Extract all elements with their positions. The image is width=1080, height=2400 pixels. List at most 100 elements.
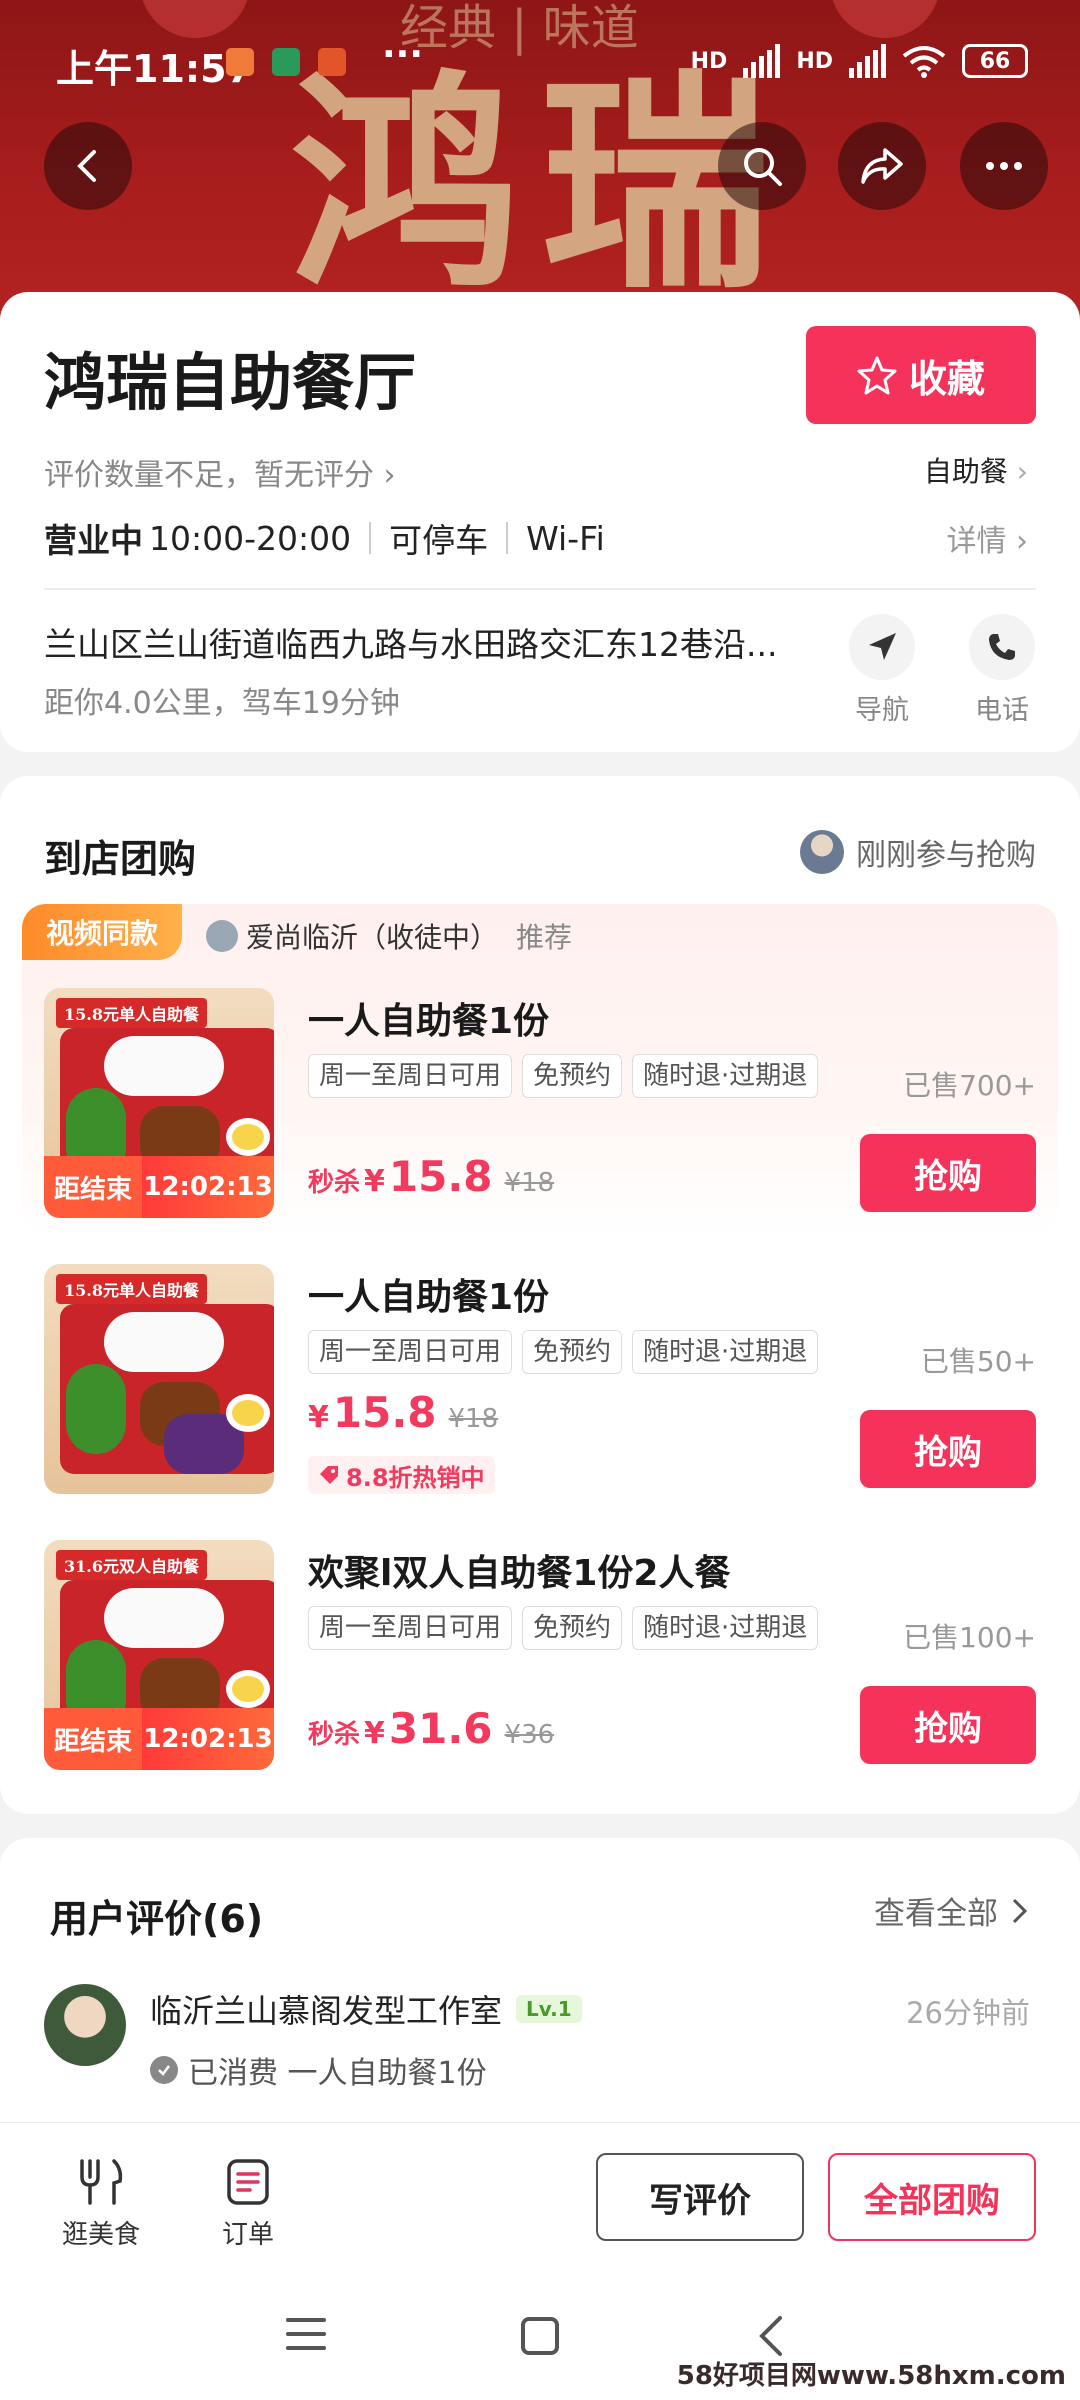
open-status: 营业中 <box>44 521 143 560</box>
back-nav-icon[interactable] <box>756 2314 786 2358</box>
deal-tag: 周一至周日可用 <box>308 1330 513 1374</box>
countdown-timer: 距结束 12:02:13 <box>44 1156 274 1218</box>
deal-tags: 周一至周日可用 免预约 随时退·过期退 <box>308 1606 819 1650</box>
view-all-label: 查看全部 <box>874 1896 998 1932</box>
reviewer-name[interactable]: 临沂兰山慕阁发型工作室 <box>150 1986 502 2032</box>
divider <box>369 522 372 554</box>
rating-link[interactable]: 评价数量不足，暂无评分 › <box>44 450 396 494</box>
star-icon <box>857 356 897 395</box>
deal-price: ¥ 15.8 ¥18 <box>308 1388 498 1437</box>
deal-tag: 随时退·过期退 <box>632 1330 819 1374</box>
more-notifications-icon: ··· <box>382 34 424 75</box>
sold-count: 已售50+ <box>920 1345 1036 1378</box>
deal-price: 秒杀 ¥ 15.8 ¥18 <box>308 1152 554 1201</box>
status-time: 上午11:57 <box>56 47 253 91</box>
nav-orders[interactable]: 订单 <box>222 2157 274 2251</box>
recommend-label: 推荐 <box>516 921 573 954</box>
shop-info-card: 鸿瑞自助餐厅 收藏 评价数量不足，暂无评分 › 自助餐 › 营业中 10:00-… <box>0 292 1080 752</box>
discount-badge: 8.8折热销中 <box>308 1456 495 1494</box>
deal-tags: 周一至周日可用 免预约 随时退·过期退 <box>308 1054 819 1098</box>
deal-tag: 周一至周日可用 <box>308 1606 513 1650</box>
buy-button[interactable]: 抢购 <box>860 1134 1036 1212</box>
hours-row: 营业中 10:00-20:00 可停车 Wi-Fi <box>44 514 605 562</box>
countdown-value: 12:02:13 <box>142 1708 274 1770</box>
thumb-label: 15.8元单人自助餐 <box>56 998 207 1028</box>
search-icon <box>744 148 782 186</box>
navigate-label: 导航 <box>855 695 909 726</box>
discount-text: 8.8折热销中 <box>346 1463 485 1492</box>
review-time: 26分钟前 <box>906 1996 1030 2030</box>
phone-label: 电话 <box>975 695 1029 726</box>
home-icon[interactable] <box>520 2316 560 2356</box>
nav-browse-food[interactable]: 逛美食 <box>62 2157 140 2251</box>
bottom-action-bar: 逛美食 订单 写评价 全部团购 <box>0 2122 1080 2272</box>
countdown-label: 距结束 <box>44 1156 143 1218</box>
category-link[interactable]: 自助餐 › <box>924 450 1028 490</box>
group-deals-card: 到店团购 刚刚参与抢购 视频同款 爱尚临沂（收徒中） 推荐 15.8元单人自助餐… <box>0 776 1080 1814</box>
deal-tags: 周一至周日可用 免预约 随时退·过期退 <box>308 1330 819 1374</box>
recommender[interactable]: 爱尚临沂（收徒中） 推荐 <box>206 916 572 956</box>
chevron-right-icon: › <box>383 458 396 493</box>
recent-buyers-label: 刚刚参与抢购 <box>856 838 1036 873</box>
deal-tag: 免预约 <box>522 1330 623 1374</box>
navigation-icon <box>849 614 915 680</box>
deal-tag: 周一至周日可用 <box>308 1054 513 1098</box>
collect-button[interactable]: 收藏 <box>806 326 1036 424</box>
shopping-app-icon <box>226 48 254 76</box>
wifi-tag: Wi-Fi <box>526 518 605 558</box>
parking-tag: 可停车 <box>389 521 489 560</box>
phone-icon <box>969 614 1035 680</box>
reviewer-avatar[interactable] <box>44 1984 126 2066</box>
recommender-avatar <box>206 920 238 952</box>
back-button[interactable] <box>44 122 132 210</box>
buy-button[interactable]: 抢购 <box>860 1410 1036 1488</box>
deal-tag: 随时退·过期退 <box>632 1606 819 1650</box>
chevron-left-icon <box>77 150 96 182</box>
reviewer-info: 临沂兰山慕阁发型工作室 Lv.1 <box>150 1986 582 2032</box>
detail-link[interactable]: 详情 › <box>946 516 1028 560</box>
share-button[interactable] <box>838 122 926 210</box>
video-same-tag: 视频同款 <box>22 904 183 960</box>
nav-food-label: 逛美食 <box>62 2220 141 2250</box>
watermark: 58好项目网www.58hxm.com <box>676 2361 1066 2391</box>
deal-item[interactable]: 31.6元双人自助餐 距结束 12:02:13 欢聚l双人自助餐1份2人餐 周一… <box>44 1540 1036 1772</box>
collect-label: 收藏 <box>908 356 985 401</box>
menu-icon[interactable] <box>286 2316 326 2352</box>
shop-address[interactable]: 兰山区兰山街道临西九路与水田路交汇东12巷沿... <box>44 618 804 666</box>
level-badge: Lv.1 <box>516 1995 582 2023</box>
original-price: ¥18 <box>448 1404 499 1434</box>
deal-thumbnail: 15.8元单人自助餐 距结束 12:02:13 <box>44 988 274 1218</box>
hd-label: HD <box>690 48 728 74</box>
download-app-icon <box>272 48 300 76</box>
share-icon <box>861 148 903 184</box>
chevron-right-icon <box>1012 1898 1028 1923</box>
deals-title: 到店团购 <box>44 837 197 881</box>
signal-icon-2 <box>849 44 886 78</box>
wifi-icon <box>902 46 946 78</box>
signal-icon <box>743 44 781 78</box>
deal-item[interactable]: 15.8元单人自助餐 距结束 12:02:13 一人自助餐1份 周一至周日可用 … <box>44 988 1036 1220</box>
more-button[interactable] <box>960 122 1048 210</box>
search-button[interactable] <box>718 122 806 210</box>
flash-sale-label: 秒杀 <box>308 1168 361 1198</box>
status-indicators: HD HD 66 <box>691 44 1028 78</box>
buy-button[interactable]: 抢购 <box>860 1686 1036 1764</box>
shop-name: 鸿瑞自助餐厅 <box>44 346 417 419</box>
deal-item[interactable]: 15.8元单人自助餐 一人自助餐1份 周一至周日可用 免预约 随时退·过期退 已… <box>44 1264 1036 1496</box>
all-deals-button[interactable]: 全部团购 <box>828 2153 1036 2241</box>
thumb-label: 31.6元双人自助餐 <box>56 1550 207 1580</box>
phone-button[interactable]: 电话 <box>962 614 1042 727</box>
navigate-button[interactable]: 导航 <box>842 614 922 727</box>
original-price: ¥18 <box>504 1168 555 1198</box>
battery-icon: 66 <box>962 44 1028 78</box>
fork-knife-icon <box>80 2159 123 2205</box>
shop-distance: 距你4.0公里，驾车19分钟 <box>44 686 400 721</box>
view-all-reviews-link[interactable]: 查看全部 <box>874 1888 1030 1933</box>
divider <box>506 522 509 554</box>
avatar <box>800 830 844 874</box>
consumed-text: 已消费 一人自助餐1份 <box>188 2056 487 2091</box>
write-review-button[interactable]: 写评价 <box>596 2153 804 2241</box>
nav-orders-label: 订单 <box>222 2220 275 2250</box>
countdown-timer: 距结束 12:02:13 <box>44 1708 274 1770</box>
recent-buyers: 刚刚参与抢购 <box>800 830 1036 874</box>
